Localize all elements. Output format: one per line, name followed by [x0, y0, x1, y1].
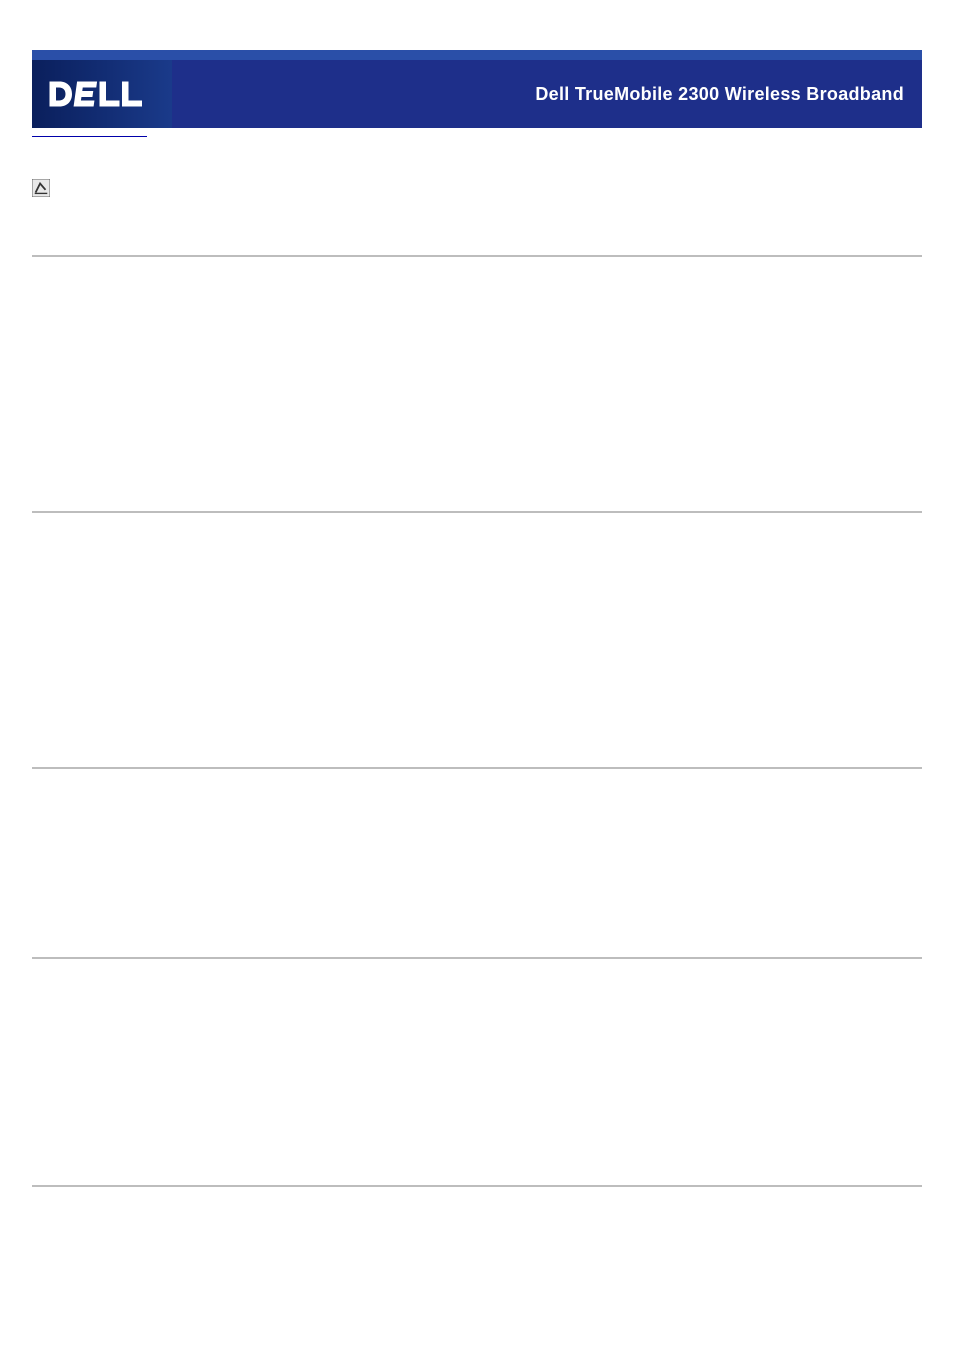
banner-title: Dell TrueMobile 2300 Wireless Broadband	[535, 84, 904, 105]
note-icon	[32, 179, 50, 197]
document-page: Dell TrueMobile 2300 Wireless Broadband	[0, 0, 954, 1227]
banner-main: Dell TrueMobile 2300 Wireless Broadband	[32, 60, 922, 128]
banner-top-strip	[32, 50, 922, 60]
section-spacer	[32, 513, 922, 709]
section-spacer	[32, 257, 922, 453]
dell-logo-area	[32, 60, 172, 128]
banner-title-area: Dell TrueMobile 2300 Wireless Broadband	[172, 60, 922, 128]
section-spacer	[32, 959, 922, 1127]
section-spacer	[32, 769, 922, 899]
dell-logo-icon	[47, 69, 157, 119]
link-underline	[32, 136, 147, 137]
banner: Dell TrueMobile 2300 Wireless Broadband	[32, 50, 922, 128]
section-divider	[32, 1185, 922, 1187]
note-row	[32, 177, 922, 197]
